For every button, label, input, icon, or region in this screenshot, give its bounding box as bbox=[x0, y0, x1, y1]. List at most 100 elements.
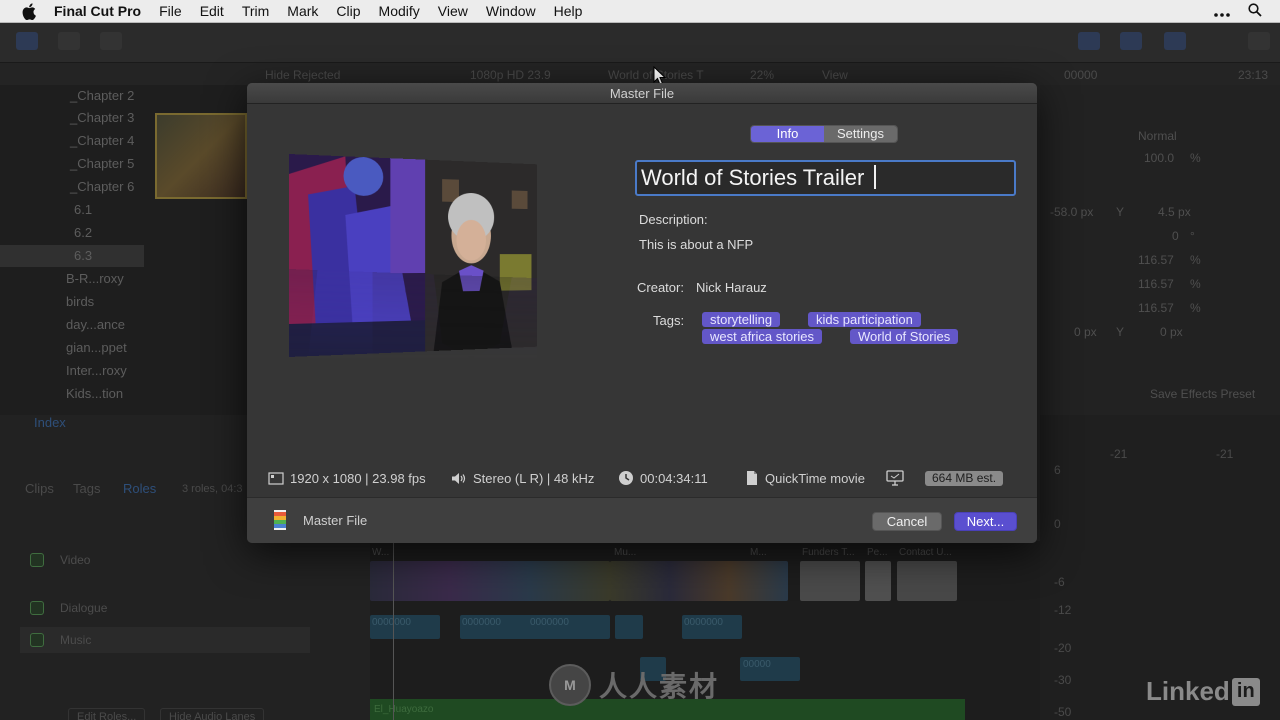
tag-token[interactable]: World of Stories bbox=[850, 329, 959, 344]
menu-window[interactable]: Window bbox=[477, 0, 545, 23]
library-item[interactable]: _Chapter 4 bbox=[70, 130, 134, 152]
tab-settings[interactable]: Settings bbox=[824, 126, 897, 142]
tag-token[interactable]: kids participation bbox=[808, 312, 921, 327]
role-checkbox[interactable] bbox=[30, 601, 44, 615]
rotation-unit: ° bbox=[1190, 229, 1195, 243]
menu-clip[interactable]: Clip bbox=[327, 0, 369, 23]
save-effects-preset-button[interactable]: Save Effects Preset bbox=[1150, 387, 1255, 401]
library-icon[interactable] bbox=[16, 32, 38, 50]
clip-label: Mu... bbox=[614, 547, 637, 558]
view-toggle-icon[interactable] bbox=[1078, 32, 1100, 50]
library-item[interactable]: B-R...roxy bbox=[66, 268, 124, 290]
display-icon[interactable] bbox=[886, 470, 904, 486]
menu-bar: Final Cut Pro File Edit Trim Mark Clip M… bbox=[0, 0, 1280, 23]
anchor-x-value[interactable]: 0 px bbox=[1074, 325, 1097, 339]
timeline-video-clip[interactable] bbox=[897, 561, 957, 601]
timeline-video-clip[interactable] bbox=[865, 561, 891, 601]
library-item[interactable]: gian...ppet bbox=[66, 337, 127, 359]
linkedin-watermark: Linked in bbox=[1146, 676, 1260, 707]
menu-modify[interactable]: Modify bbox=[370, 0, 429, 23]
description-field[interactable]: This is about a NFP bbox=[639, 237, 753, 252]
role-checkbox[interactable] bbox=[30, 633, 44, 647]
format-value: QuickTime movie bbox=[765, 470, 865, 486]
menu-view[interactable]: View bbox=[429, 0, 477, 23]
anchor-y-value[interactable]: 0 px bbox=[1160, 325, 1183, 339]
video-inspector: Normal 100.0 % -58.0 px Y 4.5 px 0 ° 116… bbox=[1040, 85, 1280, 415]
library-item-selected[interactable]: 6.3 bbox=[0, 245, 144, 267]
tab-tags[interactable]: Tags bbox=[73, 481, 100, 496]
next-button[interactable]: Next... bbox=[954, 512, 1017, 531]
search-icon[interactable] bbox=[1248, 3, 1262, 20]
frame-size-icon bbox=[268, 471, 284, 485]
creator-field[interactable]: Nick Harauz bbox=[696, 280, 767, 295]
more-icon[interactable] bbox=[1214, 4, 1230, 20]
menu-trim[interactable]: Trim bbox=[233, 0, 278, 23]
titles-icon[interactable] bbox=[100, 32, 122, 50]
index-button[interactable]: Index bbox=[34, 415, 66, 430]
meter-scale-label: -30 bbox=[1054, 673, 1072, 687]
zoom-menu[interactable]: 22% bbox=[750, 68, 774, 82]
library-item[interactable]: 6.2 bbox=[74, 222, 92, 244]
library-item[interactable]: _Chapter 5 bbox=[70, 153, 134, 175]
tag-token[interactable]: storytelling bbox=[702, 312, 781, 327]
tab-info[interactable]: Info bbox=[751, 126, 824, 142]
role-row-music[interactable]: Music bbox=[20, 627, 310, 653]
role-row-dialogue[interactable]: Dialogue bbox=[20, 595, 310, 621]
menu-mark[interactable]: Mark bbox=[278, 0, 327, 23]
library-item[interactable]: _Chapter 6 bbox=[70, 176, 134, 198]
menu-help[interactable]: Help bbox=[545, 0, 592, 23]
clip-label: Pe... bbox=[867, 547, 888, 558]
timeline-video-clip[interactable] bbox=[610, 561, 788, 601]
timeline-audio-clip[interactable] bbox=[615, 615, 643, 639]
fcp-toolbar bbox=[0, 23, 1280, 63]
library-item[interactable]: birds bbox=[66, 291, 94, 313]
library-item[interactable]: 6.1 bbox=[74, 199, 92, 221]
tag-token[interactable]: west africa stories bbox=[702, 329, 823, 344]
view-toggle-3-icon[interactable] bbox=[1164, 32, 1186, 50]
view-menu[interactable]: View bbox=[822, 68, 848, 82]
opacity-value[interactable]: 100.0 bbox=[1144, 151, 1174, 165]
rotation-value[interactable]: 0 bbox=[1172, 229, 1179, 243]
library-item[interactable]: Kids...tion bbox=[66, 383, 123, 405]
tab-roles[interactable]: Roles bbox=[123, 481, 156, 496]
scale-all-value[interactable]: 116.57 bbox=[1138, 253, 1174, 267]
library-item[interactable]: _Chapter 3 bbox=[70, 107, 134, 129]
hide-audio-lanes-button[interactable]: Hide Audio Lanes bbox=[160, 708, 265, 720]
blend-mode-value[interactable]: Normal bbox=[1138, 129, 1177, 143]
opacity-unit: % bbox=[1190, 151, 1201, 165]
role-label: Dialogue bbox=[60, 601, 108, 615]
library-item[interactable]: Inter...roxy bbox=[66, 360, 127, 382]
role-checkbox[interactable] bbox=[30, 553, 44, 567]
tab-clips[interactable]: Clips bbox=[25, 481, 54, 496]
hide-rejected-menu[interactable]: Hide Rejected bbox=[265, 68, 340, 82]
position-x-value[interactable]: -58.0 px bbox=[1050, 205, 1093, 219]
edit-roles-button[interactable]: Edit Roles... bbox=[68, 708, 146, 720]
role-row-video[interactable]: Video bbox=[20, 547, 310, 573]
share-icon[interactable] bbox=[1248, 32, 1270, 50]
dialog-title: Master File bbox=[247, 83, 1037, 104]
library-item[interactable]: day...ance bbox=[66, 314, 125, 336]
cancel-button[interactable]: Cancel bbox=[872, 512, 942, 531]
scale-y-value[interactable]: 116.57 bbox=[1138, 301, 1174, 315]
playhead[interactable] bbox=[393, 541, 394, 720]
duration-value: 00:04:34:11 bbox=[640, 470, 708, 486]
photos-icon[interactable] bbox=[58, 32, 80, 50]
position-y-value[interactable]: 4.5 px bbox=[1158, 205, 1191, 219]
apple-icon[interactable] bbox=[20, 2, 38, 20]
timeline-video-clip[interactable] bbox=[370, 561, 610, 601]
clip-label: Contact U... bbox=[899, 547, 952, 558]
destination-name: Master File bbox=[303, 513, 368, 528]
role-label: Music bbox=[60, 633, 92, 647]
scale-y-unit: % bbox=[1190, 301, 1201, 315]
scale-x-value[interactable]: 116.57 bbox=[1138, 277, 1174, 291]
menu-edit[interactable]: Edit bbox=[191, 0, 233, 23]
browser-clip-thumbnail[interactable] bbox=[155, 113, 247, 199]
menu-file[interactable]: File bbox=[150, 0, 191, 23]
menu-app-name[interactable]: Final Cut Pro bbox=[54, 0, 150, 23]
watermark-text: 人人素材 bbox=[599, 671, 720, 702]
project-name-field[interactable]: World of Stories Trailer bbox=[635, 160, 1016, 196]
view-toggle-2-icon[interactable] bbox=[1120, 32, 1142, 50]
timeline-video-clip[interactable] bbox=[800, 561, 860, 601]
library-item[interactable]: _Chapter 2 bbox=[70, 85, 134, 107]
text-caret bbox=[874, 165, 877, 190]
